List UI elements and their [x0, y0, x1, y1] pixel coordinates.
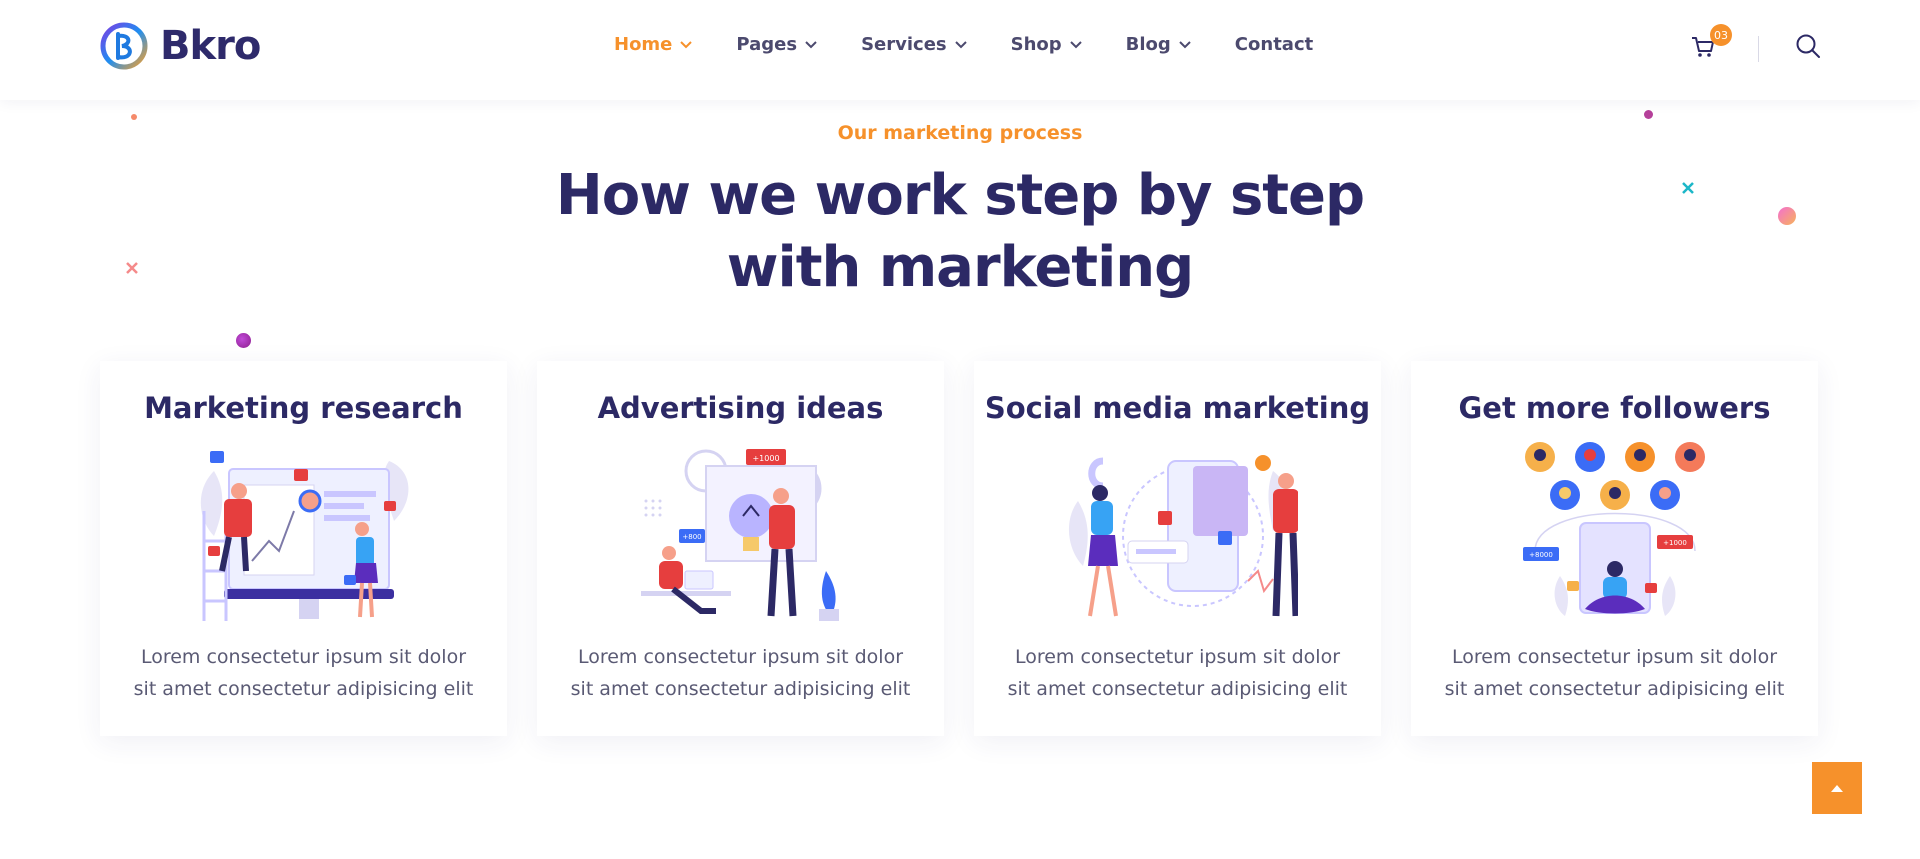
chevron-down-icon	[1069, 40, 1082, 48]
card-text: Lorem consectetur ipsum sit dolor sit am…	[1007, 646, 1348, 700]
section-eyebrow: Our marketing process	[837, 122, 1083, 144]
card-title: Advertising ideas	[597, 391, 884, 425]
card-title: Marketing research	[144, 391, 463, 425]
nav-item-contact[interactable]: Contact	[1235, 34, 1313, 55]
followers-illustration: +8000 +1000	[1522, 442, 1705, 616]
card-text: Lorem consectetur ipsum sit dolor sit am…	[1444, 646, 1785, 700]
decor-cross-icon	[126, 262, 138, 274]
logo-icon	[100, 22, 148, 70]
cart-count-badge: 03	[1710, 24, 1732, 46]
back-to-top-button[interactable]	[1812, 762, 1862, 814]
nav-item-label: Home	[614, 34, 673, 55]
marketing-research-illustration	[200, 451, 408, 621]
chevron-down-icon	[805, 40, 817, 48]
decor-dot	[1778, 207, 1796, 225]
site-header: Bkro Home Pages Services Shop Blog Conta…	[0, 0, 1920, 100]
arrow-up-icon	[1831, 785, 1843, 792]
nav-item-services[interactable]: Services	[861, 34, 967, 55]
logo-text: Bkro	[160, 23, 261, 69]
main-nav: Home Pages Services Shop Blog Contact	[614, 34, 1313, 55]
social-media-illustration	[1068, 455, 1298, 617]
process-card: Get more followers +8000 +1000 Lorem con…	[1411, 361, 1818, 736]
chevron-down-icon	[680, 40, 693, 48]
chevron-down-icon	[1179, 40, 1191, 48]
nav-item-label: Blog	[1125, 34, 1171, 55]
nav-item-label: Shop	[1010, 34, 1062, 55]
decor-dot	[1644, 110, 1653, 119]
card-title: Get more followers	[1458, 391, 1771, 425]
advertising-badge-2: +800	[682, 533, 701, 541]
card-text: Lorem consectetur ipsum sit dolor sit am…	[133, 646, 474, 700]
nav-item-shop[interactable]: Shop	[1011, 34, 1082, 55]
nav-item-pages[interactable]: Pages	[736, 34, 817, 55]
decor-dot	[236, 333, 251, 348]
decor-cross-icon	[1682, 182, 1694, 194]
advertising-ideas-illustration: +1000 +800	[640, 449, 839, 621]
decor-dot	[131, 114, 137, 120]
process-card: Advertising ideas +1000 +800 Lorem conse…	[537, 361, 944, 736]
logo[interactable]: Bkro	[100, 22, 261, 70]
nav-item-label: Services	[861, 34, 947, 55]
advertising-badge-1: +1000	[752, 454, 779, 463]
process-card: Social media marketing Lorem consectetur…	[974, 361, 1381, 736]
chevron-down-icon	[954, 40, 967, 48]
nav-item-blog[interactable]: Blog	[1126, 34, 1191, 55]
nav-item-label: Pages	[736, 34, 798, 55]
search-icon[interactable]	[1794, 32, 1822, 60]
process-cards: Marketing research Lorem consectetur ips…	[100, 361, 1818, 736]
followers-badge-2: +1000	[1663, 539, 1687, 547]
header-divider	[1758, 36, 1759, 62]
followers-badge-1: +8000	[1529, 551, 1553, 559]
nav-item-home[interactable]: Home	[614, 34, 693, 55]
card-text: Lorem consectetur ipsum sit dolor sit am…	[570, 646, 911, 700]
card-title: Social media marketing	[984, 391, 1371, 425]
process-card: Marketing research Lorem consectetur ips…	[100, 361, 507, 736]
nav-item-label: Contact	[1234, 34, 1314, 55]
section-headline: How we work step by step with marketing	[555, 163, 1365, 300]
